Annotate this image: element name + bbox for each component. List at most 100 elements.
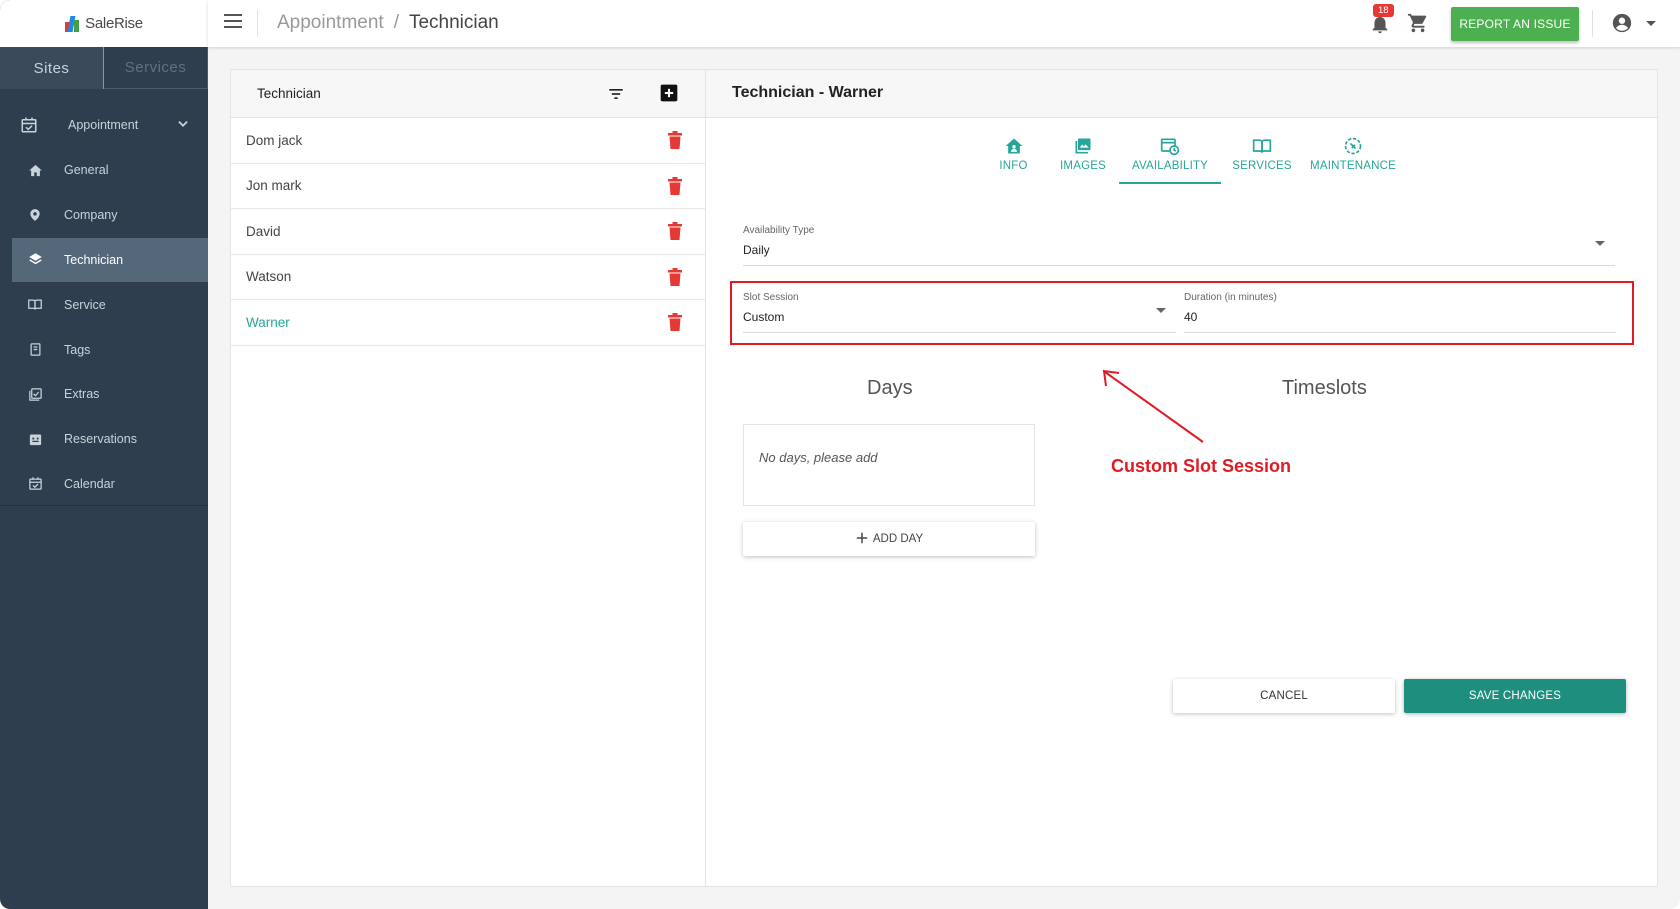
detail-tabs: INFO IMAGES AVAILABILITY SERVICES MAINTE… [980, 128, 1403, 184]
logo-icon [65, 15, 81, 32]
tab-maintenance[interactable]: MAINTENANCE [1303, 128, 1403, 184]
tab-availability[interactable]: AVAILABILITY [1119, 128, 1221, 184]
technician-name: David [246, 223, 281, 239]
sidebar-item-label: General [64, 163, 109, 178]
sidebar-item-label: Service [64, 297, 106, 312]
technician-name: Dom jack [246, 132, 303, 148]
plus-icon [855, 531, 869, 548]
sidebar-item-appointment[interactable]: Appointment [0, 102, 208, 148]
sidebar-item-label: Appointment [68, 118, 139, 132]
sidebar-item-label: Calendar [64, 476, 115, 491]
slot-session-select[interactable]: Slot Session Custom [743, 292, 1176, 333]
account-icon[interactable] [1611, 12, 1633, 34]
caret-down-icon[interactable] [1156, 308, 1166, 313]
app-window: SaleRise Sites Services Appointment Gene… [0, 0, 1680, 909]
sidebar-item-label: Tags [64, 342, 91, 357]
sidebar-item-label: Technician [64, 252, 124, 267]
filter-icon[interactable] [606, 84, 626, 104]
report-issue-button[interactable]: REPORT AN ISSUE [1451, 7, 1579, 41]
detail-header: Technician - Warner [706, 70, 1657, 118]
list-header: Technician [231, 70, 705, 118]
delete-icon[interactable] [668, 176, 682, 195]
list-item[interactable]: Watson [231, 255, 705, 300]
divider [257, 10, 258, 37]
sidebar-nav: Appointment General Company Technician S… [0, 102, 208, 506]
field-value: Custom [743, 310, 785, 324]
tab-label: AVAILABILITY [1131, 160, 1209, 172]
detail-title: Technician - Warner [732, 84, 884, 101]
timeslots-title: Timeslots [1282, 377, 1367, 399]
breadcrumb: Appointment / Technician [277, 12, 499, 34]
breadcrumb-separator: / [393, 12, 399, 33]
extras-icon [26, 385, 44, 403]
delete-icon[interactable] [668, 222, 682, 240]
images-icon [1073, 136, 1093, 156]
list-item[interactable]: David [231, 209, 705, 255]
sidebar-divider [0, 505, 208, 506]
sidebar-item-calendar[interactable]: Calendar [0, 462, 208, 507]
field-label: Slot Session [743, 292, 799, 303]
sidebar-item-extras[interactable]: Extras [0, 372, 208, 417]
tab-label: IMAGES [1060, 160, 1106, 172]
duration-input[interactable]: Duration (in minutes) 40 [1184, 292, 1616, 333]
caret-down-icon[interactable] [1595, 241, 1605, 246]
logo-text: SaleRise [85, 15, 143, 32]
cancel-button[interactable]: CANCEL [1173, 679, 1395, 713]
tag-icon [26, 341, 44, 359]
field-value: 40 [1184, 310, 1198, 324]
reservations-icon [26, 430, 44, 448]
sidebar-item-tags[interactable]: Tags [0, 327, 208, 372]
list-item[interactable]: Jon mark [231, 164, 705, 209]
add-day-button[interactable]: ADD DAY [743, 522, 1035, 556]
technician-name: Jon mark [246, 178, 302, 194]
field-label: Duration (in minutes) [1184, 292, 1277, 303]
sidebar-item-company[interactable]: Company [0, 193, 208, 238]
availability-icon [1160, 136, 1180, 156]
sidebar-item-label: Reservations [64, 432, 137, 447]
technician-name: Watson [246, 269, 292, 285]
sidebar-item-general[interactable]: General [0, 148, 208, 193]
layers-icon [26, 251, 44, 269]
sidebar-tab-sites[interactable]: Sites [0, 47, 104, 89]
home-icon [26, 161, 44, 179]
tab-info[interactable]: INFO [980, 128, 1047, 184]
logo[interactable]: SaleRise [0, 0, 208, 47]
caret-down-icon[interactable] [1646, 21, 1656, 26]
breadcrumb-parent[interactable]: Appointment [277, 12, 384, 34]
maintenance-icon [1343, 136, 1363, 156]
chevron-down-icon[interactable] [176, 117, 190, 134]
sidebar: SaleRise Sites Services Appointment Gene… [0, 0, 208, 909]
home-icon [1004, 136, 1024, 156]
tab-label: SERVICES [1232, 160, 1292, 172]
delete-icon[interactable] [668, 131, 682, 149]
delete-icon[interactable] [668, 267, 682, 286]
sidebar-tab-services[interactable]: Services [104, 47, 208, 89]
calendar-check-icon [20, 116, 38, 134]
list-title: Technician [257, 86, 321, 101]
technician-list-panel: Technician Dom jack Jon mark David Watso… [230, 69, 706, 887]
sidebar-item-technician[interactable]: Technician [12, 237, 208, 283]
menu-icon[interactable] [224, 14, 244, 32]
sidebar-item-label: Extras [64, 387, 100, 402]
book-icon [26, 296, 44, 314]
annotation-label: Custom Slot Session [1111, 456, 1292, 476]
cart-icon[interactable] [1406, 12, 1430, 34]
topbar: Appointment / Technician 18 REPORT AN IS… [208, 0, 1680, 47]
days-empty-message: No days, please add [759, 450, 878, 465]
tab-services[interactable]: SERVICES [1221, 128, 1303, 184]
sidebar-item-reservations[interactable]: Reservations [0, 417, 208, 462]
sidebar-item-service[interactable]: Service [0, 282, 208, 327]
list-item[interactable]: Warner [231, 300, 705, 346]
list-item[interactable]: Dom jack [231, 118, 705, 164]
tab-images[interactable]: IMAGES [1047, 128, 1119, 184]
save-changes-button[interactable]: SAVE CHANGES [1404, 679, 1626, 713]
days-title: Days [867, 377, 913, 399]
delete-icon[interactable] [668, 313, 682, 331]
tab-label: MAINTENANCE [1310, 160, 1396, 172]
technician-detail-panel: Technician - Warner INFO IMAGES AVAILABI… [706, 69, 1658, 887]
availability-type-select[interactable]: Availability Type Daily [743, 225, 1615, 266]
days-list: No days, please add [743, 424, 1035, 506]
field-value: Daily [743, 243, 770, 257]
add-technician-icon[interactable] [659, 83, 679, 103]
notification-badge: 18 [1373, 4, 1394, 17]
